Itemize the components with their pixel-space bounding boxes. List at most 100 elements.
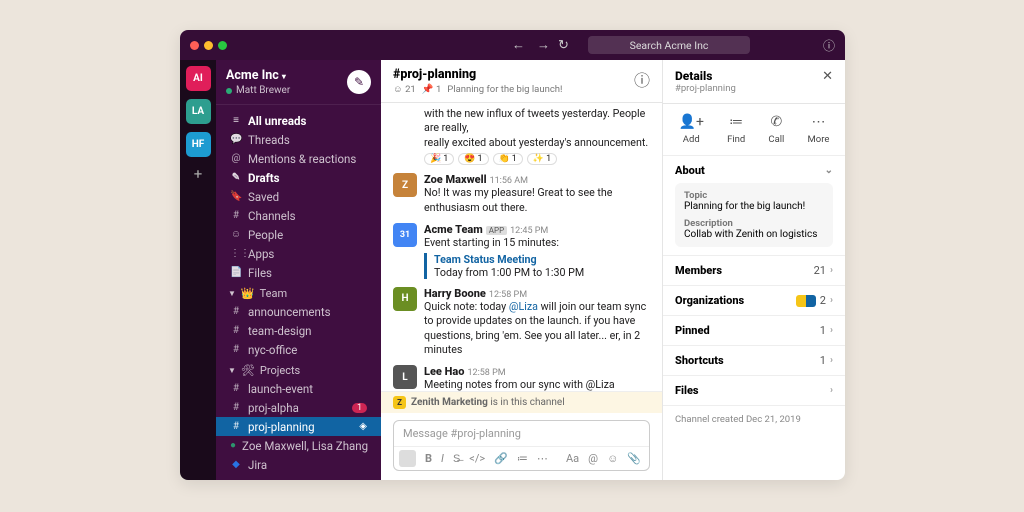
reaction[interactable]: 🎉1 <box>424 153 454 165</box>
message: L Lee Hao12:58 PM Meeting notes from our… <box>393 361 650 391</box>
message-author[interactable]: Harry Boone <box>424 287 486 300</box>
avatar[interactable]: Z <box>393 173 417 197</box>
channel-header: #proj-planning ☺ 21 📌 1 Planning for the… <box>381 60 662 103</box>
nav-all-unreads[interactable]: ≡All unreads <box>216 111 381 130</box>
message-input[interactable]: Message #proj-planning <box>394 421 649 446</box>
message-author[interactable]: Lee Hao <box>424 365 464 378</box>
message-input-box[interactable]: Message #proj-planning B I S̶ </> 🔗 ≔ ⋯ … <box>393 420 650 471</box>
details-header: Details #proj-planning ✕ <box>663 60 845 104</box>
channel-announcements[interactable]: #announcements <box>216 302 381 321</box>
channel-title[interactable]: #proj-planning <box>393 67 562 82</box>
chevron-right-icon: › <box>830 385 833 396</box>
avatar[interactable]: L <box>393 365 417 389</box>
message-author[interactable]: Zoe Maxwell <box>424 173 487 186</box>
current-user: Matt Brewer <box>236 85 290 96</box>
about-header[interactable]: About⌄ <box>675 164 833 177</box>
workspace-rail: AI LA HF + <box>180 60 216 480</box>
reaction[interactable]: 😍1 <box>458 153 488 165</box>
pin-count[interactable]: 📌 1 <box>422 84 442 95</box>
nav-threads[interactable]: 💬Threads <box>216 130 381 149</box>
list-button[interactable]: ≔ <box>517 452 528 465</box>
section-starred[interactable]: ▶Starred <box>216 474 381 480</box>
message: Z Zoe Maxwell11:56 AM No! It was my plea… <box>393 169 650 219</box>
avatar[interactable]: 31 <box>393 223 417 247</box>
text-format-button[interactable]: Aa <box>566 452 579 465</box>
more-action[interactable]: ⋯More <box>808 114 830 145</box>
reaction[interactable]: 👏1 <box>493 153 523 165</box>
app-jira[interactable]: ◆Jira <box>216 455 381 474</box>
minimize-window-button[interactable] <box>204 41 213 50</box>
code-button[interactable]: </> <box>469 452 485 465</box>
event-attachment[interactable]: Team Status Meeting Today from 1:00 PM t… <box>424 253 650 279</box>
section-team[interactable]: ▼👑Team <box>216 282 381 302</box>
back-button[interactable]: ← <box>512 37 525 53</box>
channel-nyc-office[interactable]: #nyc-office <box>216 340 381 359</box>
composer: Message #proj-planning B I S̶ </> 🔗 ≔ ⋯ … <box>381 413 662 480</box>
strike-button[interactable]: S̶ <box>453 452 460 465</box>
channel-info-icon[interactable]: ⓘ <box>634 67 650 91</box>
message-truncated: with the new influx of tweets yesterday.… <box>393 103 650 169</box>
nav-mentions[interactable]: @Mentions & reactions <box>216 149 381 168</box>
channel-topic[interactable]: Planning for the big launch! <box>447 84 562 95</box>
mention[interactable]: @Liza <box>509 300 538 313</box>
about-card[interactable]: Topic Planning for the big launch! Descr… <box>675 183 833 247</box>
organizations-row[interactable]: Organizations2› <box>663 286 845 316</box>
bold-button[interactable]: B <box>425 452 432 465</box>
add-action[interactable]: 👤+Add <box>679 114 704 145</box>
nav-files[interactable]: 📄Files <box>216 263 381 282</box>
compose-button[interactable]: ✎ <box>347 70 371 94</box>
channel-team-design[interactable]: #team-design <box>216 321 381 340</box>
nav-apps[interactable]: ⋮⋮Apps <box>216 244 381 263</box>
more-formatting-button[interactable]: ⋯ <box>537 452 548 465</box>
app-badge: APP <box>486 226 507 235</box>
zoom-window-button[interactable] <box>218 41 227 50</box>
caret-down-icon: ▼ <box>228 366 236 375</box>
presence-icon: ● <box>230 440 236 451</box>
close-window-button[interactable] <box>190 41 199 50</box>
add-person-icon: 👤+ <box>679 114 704 130</box>
nav-saved[interactable]: 🔖Saved <box>216 187 381 206</box>
workspace-tile-hf[interactable]: HF <box>186 132 211 157</box>
emoji-button[interactable]: ☺ <box>607 452 618 465</box>
presence-icon <box>226 88 232 94</box>
channel-proj-alpha[interactable]: #proj-alpha1 <box>216 398 381 417</box>
mention-button[interactable]: @ <box>588 452 598 465</box>
content-area: #proj-planning ☺ 21 📌 1 Planning for the… <box>381 60 845 480</box>
people-icon: ☺ <box>230 229 242 240</box>
nav-people[interactable]: ☺People <box>216 225 381 244</box>
reaction[interactable]: ✨1 <box>527 153 557 165</box>
shortcuts-button[interactable] <box>399 450 416 467</box>
find-icon: ≔ <box>729 114 743 130</box>
members-row[interactable]: Members21› <box>663 256 845 286</box>
search-input[interactable]: Search Acme Inc <box>588 36 750 54</box>
channel-proj-planning[interactable]: #proj-planning◈ <box>216 417 381 436</box>
main-area: AI LA HF + Acme Inc ▾ Matt Brewer ✎ ≡All… <box>180 60 845 480</box>
workspace-tile-la[interactable]: LA <box>186 99 211 124</box>
nav-drafts[interactable]: ✎Drafts <box>216 168 381 187</box>
close-details-button[interactable]: ✕ <box>822 69 833 84</box>
section-projects[interactable]: ▼🛠Projects <box>216 359 381 379</box>
help-icon[interactable]: ⓘ <box>823 37 835 54</box>
member-count[interactable]: ☺ 21 <box>393 84 416 95</box>
files-row[interactable]: Files› <box>663 376 845 406</box>
forward-button[interactable]: → <box>537 37 550 53</box>
message-author[interactable]: Acme Team <box>424 223 483 236</box>
call-action[interactable]: ✆Call <box>768 114 784 145</box>
details-subtitle: #proj-planning <box>675 83 736 94</box>
history-icon[interactable]: ↻ <box>558 38 569 53</box>
workspace-header[interactable]: Acme Inc ▾ Matt Brewer ✎ <box>216 60 381 105</box>
unreads-icon: ≡ <box>230 115 242 126</box>
pinned-row[interactable]: Pinned1› <box>663 316 845 346</box>
add-workspace-button[interactable]: + <box>194 165 203 183</box>
channel-launch-event[interactable]: #launch-event <box>216 379 381 398</box>
shortcuts-row[interactable]: Shortcuts1› <box>663 346 845 376</box>
message-list[interactable]: with the new influx of tweets yesterday.… <box>381 103 662 391</box>
nav-channels[interactable]: #Channels <box>216 206 381 225</box>
avatar[interactable]: H <box>393 287 417 311</box>
link-button[interactable]: 🔗 <box>494 452 508 465</box>
find-action[interactable]: ≔Find <box>727 114 745 145</box>
attach-button[interactable]: 📎 <box>627 452 641 465</box>
workspace-tile-ai[interactable]: AI <box>186 66 211 91</box>
dm-zoe-lisa[interactable]: ●Zoe Maxwell, Lisa Zhang <box>216 436 381 455</box>
italic-button[interactable]: I <box>441 452 444 465</box>
